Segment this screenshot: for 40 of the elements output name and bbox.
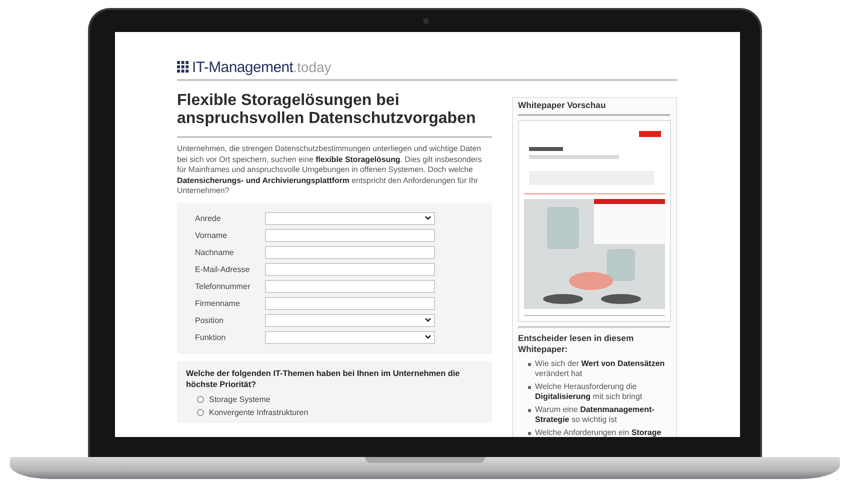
sidebar-subtitle: Entscheider lesen in diesem Whitepaper: (518, 326, 670, 355)
select-field[interactable] (265, 330, 435, 344)
chevron-down-icon (425, 318, 431, 322)
bullet-icon (528, 386, 531, 389)
sidebar-title: Whitepaper Vorschau (518, 100, 670, 116)
radio-button[interactable] (197, 396, 204, 402)
field-label: E-Mail-Adresse (195, 264, 251, 274)
input-field[interactable] (265, 246, 435, 258)
option-label: Storage Systeme (209, 394, 270, 404)
bullet-icon (528, 363, 531, 366)
select-field[interactable] (265, 212, 435, 224)
logo-text: IT-Management (192, 58, 294, 76)
article-title: Flexible Storagelösungen bei anspruchsvollen Datenschutzvorgaben (177, 92, 492, 138)
field-label: Funktion (195, 332, 227, 342)
select-field[interactable] (265, 314, 435, 326)
input-field[interactable] (265, 262, 435, 276)
bullet-text: Warum eine Datenmanagement-Strategie so wichtig ist (535, 405, 656, 425)
input-field[interactable] (265, 296, 435, 310)
bullet-text: Welche Herausforderung die Digitalisierung mit sich bringt (535, 382, 644, 402)
field-label: Telefonnummer (195, 282, 252, 290)
bullet-icon (528, 432, 531, 435)
field-label: Position (195, 316, 224, 324)
notch-icon (365, 457, 485, 463)
radio-button[interactable] (197, 408, 204, 416)
bullet-icon (528, 409, 531, 412)
chevron-down-icon (425, 335, 431, 339)
field-label: Vorname (195, 230, 228, 240)
option-label: Konvergente Infrastrukturen (209, 408, 308, 416)
camera-icon (423, 18, 429, 24)
question-text: Welche der folgenden IT-Themen haben bei Ihnen im Unternehmen die höchste Priorität? (186, 368, 461, 390)
bullet-text: Wie sich der Wert von Datensätzen verändert hat (535, 359, 666, 379)
field-label: Anrede (195, 214, 222, 222)
bullet-text: Welche Anforderungen ein Storage (535, 428, 662, 437)
input-field[interactable] (265, 228, 435, 242)
logo-suffix: .today (293, 58, 332, 74)
field-label: Firmenname (195, 298, 241, 308)
field-label: Nachname (195, 248, 235, 256)
logo-icon (177, 61, 189, 73)
input-field[interactable] (265, 280, 435, 292)
chevron-down-icon (425, 216, 431, 220)
